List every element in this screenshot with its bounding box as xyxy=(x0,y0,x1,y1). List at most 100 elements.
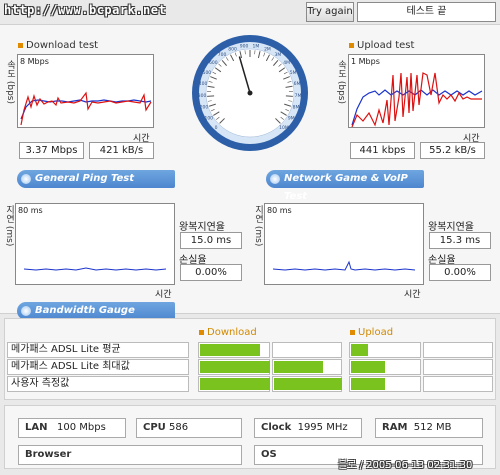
try-again-button[interactable]: Try again xyxy=(306,2,354,22)
lan-label: LAN xyxy=(25,422,48,433)
download-bar xyxy=(200,361,270,373)
gauge-tick xyxy=(285,95,293,97)
upload-bar xyxy=(351,344,369,356)
ping-icon xyxy=(21,174,31,184)
gauge-tick-label: 500 xyxy=(203,70,212,76)
download-scale: 8 Mbps xyxy=(20,57,49,66)
gauge-tick-label: 700 xyxy=(218,52,227,58)
bandwidth-row-label: 사용자 측정값 xyxy=(7,376,189,392)
upload-bar-cell xyxy=(423,376,493,392)
os-label: OS xyxy=(261,449,277,460)
bullet-icon xyxy=(350,329,355,335)
gauge-tick-label: 200 xyxy=(200,105,209,111)
bandwidth-upload-title: Upload xyxy=(350,327,393,338)
gauge-tick-label: 800 xyxy=(228,46,237,52)
download-bar-cell xyxy=(198,342,270,358)
cpu-box: CPU 586 xyxy=(136,418,242,438)
gauge-tick-label: 9M xyxy=(288,116,295,122)
clock-box: Clock 1995 MHz xyxy=(254,418,362,438)
download-test-title: Download test xyxy=(18,40,98,51)
bandwidth-download-title: Download xyxy=(199,327,257,338)
ping-left-graph: 80 ms xyxy=(15,203,175,285)
lan-value: 100 Mbps xyxy=(57,422,106,433)
browser-box: Browser xyxy=(18,445,242,465)
speed-gauge: 0100 200 300 400 500 600700800900 1M 2M 3M4M5M 6M… xyxy=(192,35,308,151)
upload-ylabel: 속도 (bps) xyxy=(336,60,346,104)
tab-general-ping[interactable]: General Ping Test xyxy=(17,170,175,188)
upload-bar-cell xyxy=(349,376,421,392)
download-bar xyxy=(200,344,260,356)
download-bar-cell xyxy=(272,376,342,392)
upload-bar-cell xyxy=(349,342,421,358)
upload-bar-cell xyxy=(423,342,493,358)
gauge-tick-label: 2M xyxy=(264,46,271,52)
ping-left-rtt: 15.0 ms xyxy=(180,232,242,249)
upload-graph: 1 Mbps xyxy=(348,54,485,128)
ping-right-loss: 0.00% xyxy=(429,264,491,281)
bullet-icon xyxy=(18,42,23,48)
upload-kbs: 55.2 kB/s xyxy=(420,142,485,159)
cpu-value: 586 xyxy=(168,422,189,433)
game-icon xyxy=(270,174,280,184)
ram-box: RAM 512 MB xyxy=(375,418,483,438)
cpu-label: CPU xyxy=(143,422,166,433)
gauge-tick-label: 0 xyxy=(215,125,218,131)
bullet-icon xyxy=(199,329,204,335)
gauge-tick-label: 100 xyxy=(204,116,213,122)
gauge-tick-label: 900 xyxy=(240,43,249,49)
clock-label: Clock xyxy=(261,422,292,433)
gauge-tick-label: 300 xyxy=(198,93,207,99)
gauge-tick-label: 10M xyxy=(279,125,289,131)
gauge-tick-label: 5M xyxy=(290,70,297,76)
download-bar xyxy=(200,378,270,390)
bandwidth-row-label: 메가패스 ADSL Lite 평균 xyxy=(7,342,189,358)
gauge-tick xyxy=(207,95,215,97)
gauge-tick-label: 4M xyxy=(283,60,290,66)
download-graph: 8 Mbps xyxy=(17,54,154,128)
download-bar xyxy=(274,378,342,390)
ping-right-graph: 80 ms xyxy=(264,203,424,285)
bandwidth-download-text: Download xyxy=(207,327,257,338)
download-kbs: 421 kB/s xyxy=(89,142,154,159)
upload-title-text: Upload test xyxy=(357,40,415,51)
download-bar-cell xyxy=(198,359,270,375)
bandwidth-icon xyxy=(21,306,31,316)
gauge-tick-label: 3M xyxy=(275,52,282,58)
gauge-tick-label: 7M xyxy=(295,93,302,99)
footer-timestamp: 블로 / 2005-06-13 02:31:30 xyxy=(338,460,473,471)
ping-left-loss: 0.00% xyxy=(180,264,242,281)
ram-value: 512 MB xyxy=(413,422,452,433)
ping-right-xlabel: 시간 xyxy=(404,290,421,300)
ping-left-scale: 80 ms xyxy=(18,206,43,215)
download-bar xyxy=(274,361,324,373)
tab-network-game[interactable]: Network Game & VoIP Test xyxy=(266,170,424,202)
gauge-tick-label: 8M xyxy=(293,105,300,111)
upload-kbps: 441 kbps xyxy=(350,142,415,159)
upload-bar-cell xyxy=(423,359,493,375)
upload-bar xyxy=(351,378,386,390)
bullet-icon xyxy=(349,42,354,48)
gauge-tick-label: 6M xyxy=(294,81,301,87)
download-mbps: 3.37 Mbps xyxy=(19,142,84,159)
gauge-tick-label: 400 xyxy=(199,81,208,87)
download-ylabel: 속도 (bps) xyxy=(5,60,15,104)
download-bar-cell xyxy=(272,342,342,358)
upload-bar xyxy=(351,361,386,373)
download-bar-cell xyxy=(198,376,270,392)
tab-general-ping-label: General Ping Test xyxy=(35,173,135,184)
lan-box: LAN 100 Mbps xyxy=(18,418,126,438)
upload-scale: 1 Mbps xyxy=(351,57,380,66)
upload-test-title: Upload test xyxy=(349,40,414,51)
ping-left-svg xyxy=(23,267,167,271)
clock-value: 1995 MHz xyxy=(297,422,348,433)
tab-bandwidth-label: Bandwidth Gauge xyxy=(35,305,135,316)
download-bar-cell xyxy=(272,359,342,375)
ram-label: RAM xyxy=(382,422,408,433)
gauge-tick-label: 1M xyxy=(253,43,260,49)
site-url: http://www.bcpark.net xyxy=(4,3,167,17)
download-title-text: Download test xyxy=(26,40,99,51)
bandwidth-row-label: 메가패스 ADSL Lite 최대값 xyxy=(7,359,189,375)
gauge-tick-label: 600 xyxy=(209,60,218,66)
ping-right-rtt-label: 왕복지연율 xyxy=(428,222,474,233)
upload-bar-cell xyxy=(349,359,421,375)
